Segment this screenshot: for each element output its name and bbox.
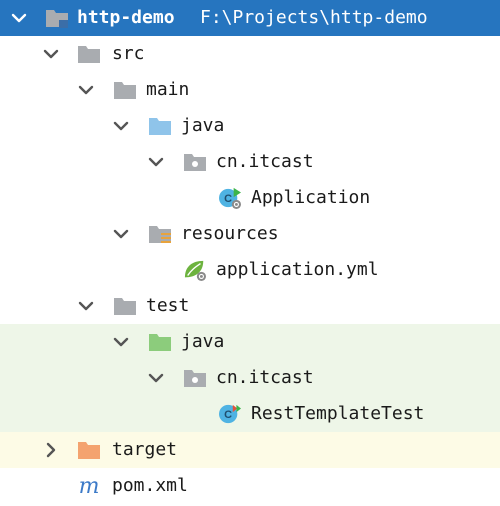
file-label-application-yml: application.yml (216, 259, 379, 280)
excluded-folder-icon (78, 442, 100, 459)
chevron-right-icon[interactable] (42, 441, 60, 459)
tree-row-test-java[interactable]: java (0, 324, 500, 360)
spring-boot-class-icon: C (219, 187, 241, 209)
chevron-down-icon[interactable] (112, 225, 130, 243)
package-icon (184, 154, 206, 171)
source-root-folder-icon (149, 118, 171, 135)
folder-label-main-java: java (181, 115, 225, 136)
tree-row-test-package[interactable]: cn.itcast (0, 360, 500, 396)
maven-icon: m (79, 475, 100, 497)
tree-row-pom[interactable]: m pom.xml (0, 468, 500, 504)
class-label-application: Application (251, 187, 371, 208)
folder-label-resources: resources (181, 223, 279, 244)
package-label-test: cn.itcast (216, 367, 314, 388)
folder-icon (114, 82, 136, 99)
chevron-down-icon[interactable] (42, 45, 60, 63)
package-label-main: cn.itcast (216, 151, 314, 172)
test-class-icon: C (219, 404, 241, 424)
svg-text:C: C (224, 193, 232, 205)
tree-row-main-package[interactable]: cn.itcast (0, 144, 500, 180)
project-tree: http-demo F:\Projects\http-demo src main… (0, 0, 500, 506)
chevron-down-icon[interactable] (77, 81, 95, 99)
tree-row-application-yml[interactable]: application.yml (0, 252, 500, 288)
tree-row-target[interactable]: target (0, 432, 500, 468)
tree-row-project[interactable]: http-demo F:\Projects\http-demo (0, 0, 500, 36)
resources-root-folder-icon (149, 226, 171, 243)
folder-icon (114, 298, 136, 315)
file-label-pom: pom.xml (112, 475, 188, 496)
class-label-rest-template-test: RestTemplateTest (251, 403, 425, 424)
svg-text:C: C (224, 409, 232, 421)
folder-label-src: src (112, 43, 145, 64)
folder-label-test: test (146, 295, 190, 316)
tree-row-test[interactable]: test (0, 288, 500, 324)
tree-row-main[interactable]: main (0, 72, 500, 108)
spring-config-icon (184, 260, 206, 281)
chevron-down-icon[interactable] (77, 297, 95, 315)
chevron-down-icon[interactable] (147, 153, 165, 171)
tree-row-src[interactable]: src (0, 36, 500, 72)
tree-row-main-java[interactable]: java (0, 108, 500, 144)
package-icon (184, 370, 206, 387)
folder-label-main: main (146, 79, 190, 100)
tree-row-resources[interactable]: resources (0, 216, 500, 252)
folder-icon (78, 46, 100, 63)
folder-label-target: target (112, 439, 178, 460)
test-root-folder-icon (149, 334, 171, 351)
svg-text:m: m (79, 475, 100, 497)
module-folder-icon (46, 10, 68, 28)
project-path: F:\Projects\http-demo (200, 7, 428, 28)
tree-row-application[interactable]: C Application (0, 180, 500, 216)
chevron-down-icon[interactable] (112, 333, 130, 351)
chevron-down-icon[interactable] (10, 9, 28, 27)
project-name: http-demo (77, 7, 175, 28)
tree-row-rest-template-test[interactable]: C RestTemplateTest (0, 396, 500, 432)
chevron-down-icon[interactable] (147, 369, 165, 387)
chevron-down-icon[interactable] (112, 117, 130, 135)
folder-label-test-java: java (181, 331, 225, 352)
